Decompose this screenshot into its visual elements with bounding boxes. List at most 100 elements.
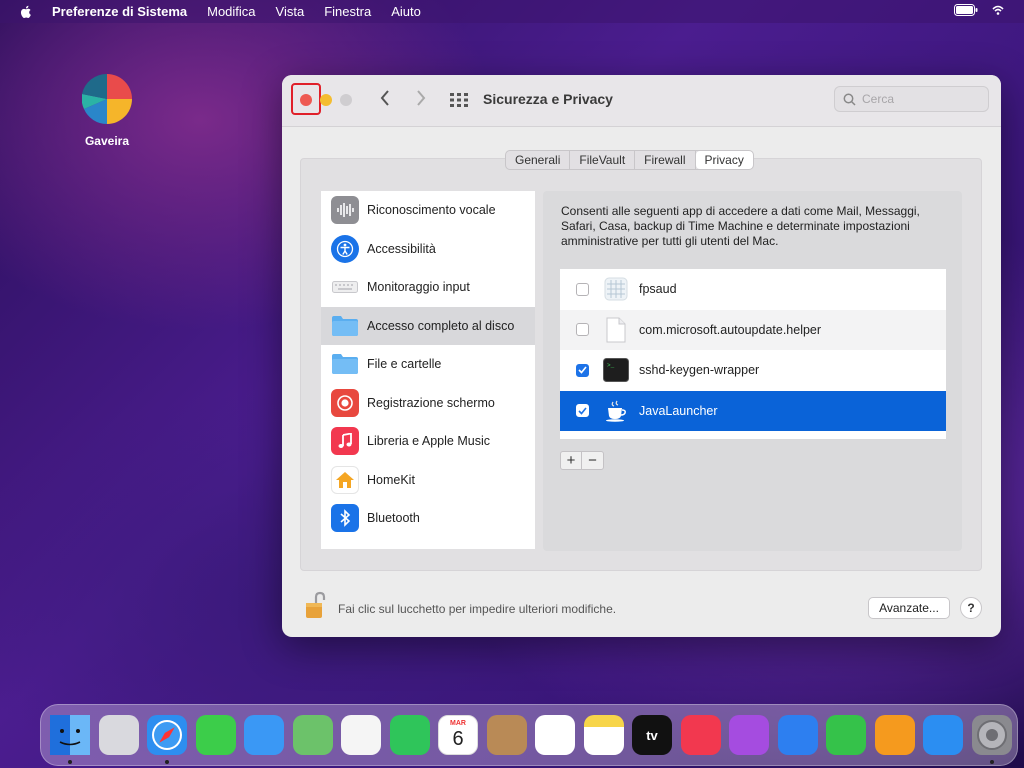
sidebar-item-label: Accessibilità (367, 241, 436, 256)
tab-generali[interactable]: Generali (506, 151, 571, 169)
sidebar-item-speech-recognition[interactable]: Riconoscimento vocale (321, 191, 535, 230)
notes-icon[interactable] (583, 715, 624, 755)
search-field[interactable] (834, 86, 989, 112)
running-indicator (165, 760, 169, 764)
chevron-right-icon (417, 90, 426, 106)
app-checkbox[interactable] (576, 404, 589, 418)
search-icon (843, 93, 856, 106)
sidebar-item-label: Riconoscimento vocale (367, 203, 496, 218)
table-row[interactable]: fpsaud (560, 269, 946, 310)
tab-privacy[interactable]: Privacy (695, 151, 753, 169)
menu-vista[interactable]: Vista (276, 4, 305, 19)
tab-bar: Generali FileVault Firewall Privacy (505, 150, 754, 170)
sidebar-item-accessibility[interactable]: Accessibilità (321, 230, 535, 269)
add-remove-control: + − (560, 451, 604, 470)
screen-record-icon (331, 388, 359, 417)
zoom-button[interactable] (340, 94, 352, 106)
app-name: sshd-keygen-wrapper (639, 363, 760, 378)
waveform-icon (331, 196, 359, 225)
numbers-icon[interactable] (826, 715, 866, 755)
launchpad-icon[interactable] (98, 715, 139, 755)
sidebar-item-files-and-folders[interactable]: File e cartelle (321, 345, 535, 384)
detail-panel: Consenti alle seguenti app di accedere a… (543, 191, 962, 551)
calendar-month: MAR (450, 720, 466, 727)
svg-text:>_: >_ (607, 362, 615, 369)
lock-hint-text: Fai clic sul lucchetto per impedire ulte… (338, 602, 617, 616)
forward-button[interactable] (411, 89, 431, 111)
pages-icon[interactable] (874, 715, 915, 755)
sidebar-item-label: HomeKit (367, 472, 415, 487)
desktop-icon-gaveira[interactable]: Gaveira (78, 74, 136, 148)
privacy-pane: Riconoscimento vocale Accessibilità Moni… (300, 150, 982, 571)
sidebar-item-label: File e cartelle (367, 357, 442, 372)
app-grid-icon (603, 276, 629, 302)
music-icon[interactable] (680, 715, 721, 755)
close-button-highlight (291, 83, 321, 115)
terminal-icon: >_ (603, 357, 629, 383)
system-preferences-icon[interactable] (971, 715, 1012, 764)
minimize-button[interactable] (320, 94, 332, 106)
help-button[interactable]: ? (960, 597, 982, 619)
sidebar-item-media-and-apple-music[interactable]: Libreria e Apple Music (321, 422, 535, 461)
app-checkbox[interactable] (576, 363, 589, 377)
window-title: Sicurezza e Privacy (483, 91, 613, 107)
facetime-icon[interactable] (389, 715, 430, 755)
privacy-category-list[interactable]: Riconoscimento vocale Accessibilità Moni… (321, 191, 535, 549)
reminders-icon[interactable] (535, 715, 575, 755)
app-permission-list[interactable]: fpsaud com.microsoft.autoupdate.helper >… (560, 269, 946, 439)
sidebar-item-label: Bluetooth (367, 511, 420, 526)
java-cup-icon (603, 398, 629, 424)
tv-label: tv (646, 727, 658, 743)
mail-icon[interactable] (244, 715, 284, 755)
app-checkbox[interactable] (576, 323, 589, 337)
advanced-button[interactable]: Avanzate... (868, 597, 950, 619)
messages-icon[interactable] (195, 715, 236, 755)
wifi-icon[interactable] (992, 4, 1004, 16)
menu-modifica[interactable]: Modifica (207, 4, 255, 19)
podcasts-icon[interactable] (729, 715, 769, 755)
app-checkbox[interactable] (576, 282, 589, 296)
finder-icon[interactable] (50, 715, 90, 764)
photos-icon[interactable] (341, 715, 381, 755)
sidebar-item-full-disk-access[interactable]: Accesso completo al disco (321, 306, 535, 345)
table-row[interactable]: >_ sshd-keygen-wrapper (560, 350, 946, 391)
sidebar-item-bluetooth[interactable]: Bluetooth (321, 499, 535, 538)
app-name: JavaLauncher (639, 403, 718, 418)
system-preferences-window: Sicurezza e Privacy Riconoscimento vocal… (282, 75, 1001, 637)
show-all-grid-icon[interactable] (450, 93, 468, 107)
tab-firewall[interactable]: Firewall (635, 151, 696, 169)
maps-icon[interactable] (292, 715, 333, 755)
safari-icon[interactable] (147, 715, 187, 764)
apple-menu-icon[interactable] (18, 4, 34, 20)
sidebar-item-label: Monitoraggio input (367, 280, 470, 295)
sidebar-item-screen-recording[interactable]: Registrazione schermo (321, 384, 535, 423)
folder-icon (331, 312, 359, 340)
search-input[interactable] (862, 92, 982, 106)
table-row[interactable]: com.microsoft.autoupdate.helper (560, 309, 946, 350)
menu-finestra[interactable]: Finestra (324, 4, 371, 19)
menu-app-name[interactable]: Preferenze di Sistema (52, 4, 187, 19)
menu-aiuto[interactable]: Aiuto (391, 4, 421, 19)
battery-icon[interactable] (954, 4, 978, 16)
sidebar-item-label: Libreria e Apple Music (367, 434, 490, 449)
contacts-icon[interactable] (486, 715, 527, 755)
chevron-left-icon (380, 90, 389, 106)
menu-bar: Preferenze di Sistema Modifica Vista Fin… (0, 0, 1024, 23)
apple-tv-icon[interactable]: tv (632, 715, 672, 755)
table-row[interactable]: JavaLauncher (560, 390, 946, 431)
bluetooth-icon (331, 504, 359, 533)
tab-filevault[interactable]: FileVault (570, 151, 636, 169)
back-button[interactable] (375, 89, 395, 111)
app-store-icon[interactable] (923, 715, 963, 755)
keynote-icon[interactable] (777, 715, 818, 755)
remove-button[interactable]: − (582, 452, 603, 469)
gaveira-app-icon (82, 74, 132, 124)
calendar-icon[interactable]: MAR 6 (438, 715, 478, 755)
permission-description: Consenti alle seguenti app di accedere a… (561, 204, 920, 248)
keyboard-icon (331, 273, 359, 301)
accessibility-icon (331, 234, 359, 263)
sidebar-item-input-monitoring[interactable]: Monitoraggio input (321, 268, 535, 307)
lock-icon[interactable] (304, 591, 328, 619)
sidebar-item-homekit[interactable]: HomeKit (321, 461, 535, 500)
add-button[interactable]: + (561, 452, 582, 469)
